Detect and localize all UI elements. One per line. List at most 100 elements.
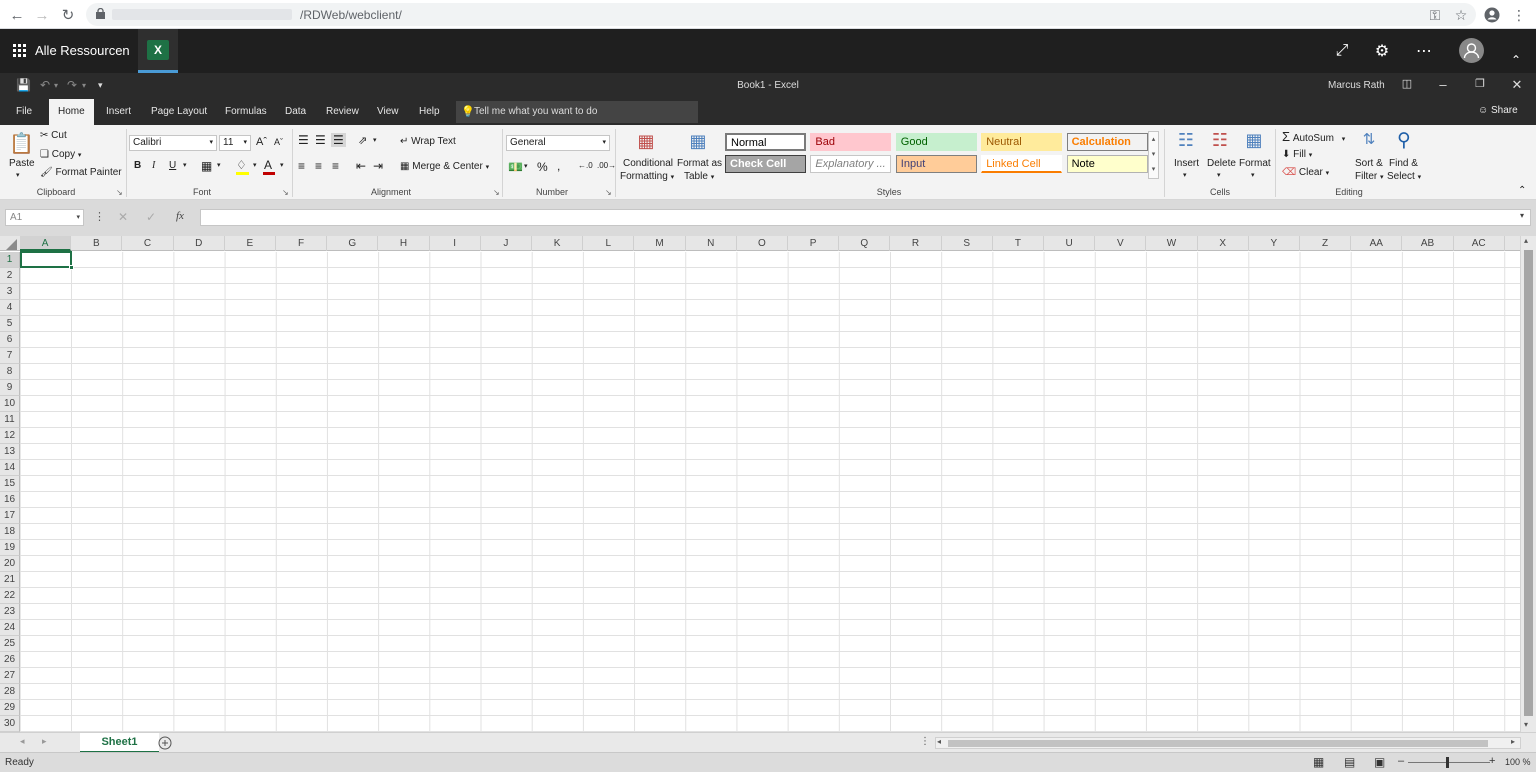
vertical-scrollbar[interactable]: ▴ ▾ <box>1520 236 1536 732</box>
tab-page-layout[interactable]: Page Layout <box>142 99 216 125</box>
cell-style-check-cell[interactable]: Check Cell <box>725 155 806 173</box>
cell-style-good[interactable]: Good <box>895 133 977 151</box>
font-name-select[interactable]: Calibri ▾ <box>129 135 217 151</box>
align-left-icon[interactable]: ≡ <box>298 159 305 173</box>
top-align-icon[interactable]: ☰ <box>298 133 309 147</box>
zoom-slider[interactable] <box>1408 762 1490 763</box>
format-as-table-line2[interactable]: Table ▾ <box>684 171 714 182</box>
merge-center-button[interactable]: ▦ Merge & Center ▾ <box>400 161 489 172</box>
decrease-indent-icon[interactable]: ⇤ <box>356 159 366 173</box>
tab-file[interactable]: File <box>7 99 41 125</box>
more-options-icon[interactable]: ⋮ <box>94 210 105 223</box>
row-header[interactable]: 4 <box>0 300 20 316</box>
column-header[interactable]: J <box>481 236 532 251</box>
forward-icon[interactable]: → <box>31 4 53 26</box>
row-header[interactable]: 19 <box>0 540 20 556</box>
vertical-scroll-thumb[interactable] <box>1524 250 1533 716</box>
format-painter-button[interactable]: 🖌 Format Painter <box>40 167 122 178</box>
prev-sheet-icon[interactable]: ◂ <box>20 736 25 747</box>
active-cell-a1[interactable] <box>20 251 74 270</box>
row-header[interactable]: 8 <box>0 364 20 380</box>
fill-handle[interactable] <box>69 265 74 270</box>
find-select-line2[interactable]: Select ▾ <box>1387 171 1421 182</box>
sheet-tab-sheet1[interactable]: Sheet1 <box>80 733 159 753</box>
column-header[interactable]: X <box>1198 236 1249 251</box>
ribbon-display-icon[interactable]: ◫ <box>1397 77 1417 90</box>
column-header[interactable]: AA <box>1351 236 1403 251</box>
row-header[interactable]: 22 <box>0 588 20 604</box>
insert-dropdown-icon[interactable]: ▾ <box>1183 171 1187 179</box>
percent-style-icon[interactable]: % <box>537 160 548 174</box>
tab-insert[interactable]: Insert <box>97 99 140 125</box>
middle-align-icon[interactable]: ☰ <box>315 133 326 147</box>
zoom-in-icon[interactable]: + <box>1489 755 1495 767</box>
cell-style-note[interactable]: Note <box>1066 155 1148 173</box>
column-header[interactable]: S <box>942 236 993 251</box>
row-header[interactable]: 28 <box>0 684 20 700</box>
fullscreen-icon[interactable]: ⤢ <box>1331 40 1353 62</box>
decrease-font-icon[interactable]: Aˇ <box>274 137 283 147</box>
cell-style-linked-cell[interactable]: Linked Cell <box>981 155 1063 173</box>
row-header[interactable]: 15 <box>0 476 20 492</box>
row-header[interactable]: 14 <box>0 460 20 476</box>
column-header[interactable]: I <box>430 236 481 251</box>
close-icon[interactable]: ✕ <box>1507 77 1527 93</box>
sort-filter-icon[interactable]: ⇅ <box>1356 130 1382 156</box>
borders-dropdown-icon[interactable]: ▾ <box>217 161 221 169</box>
styles-gallery-scroll[interactable]: ▴ ▾ ▾ <box>1148 131 1159 179</box>
row-header[interactable]: 17 <box>0 508 20 524</box>
row-header[interactable]: 21 <box>0 572 20 588</box>
row-header[interactable]: 13 <box>0 444 20 460</box>
column-header[interactable]: Q <box>839 236 891 251</box>
page-break-view-icon[interactable]: ▣ <box>1374 755 1385 769</box>
format-cells-button[interactable]: Format <box>1239 158 1271 169</box>
row-header[interactable]: 30 <box>0 716 20 732</box>
tab-help[interactable]: Help <box>410 99 449 125</box>
row-header[interactable]: 1 <box>0 252 20 268</box>
excel-session-tab[interactable]: X <box>138 29 178 73</box>
wrap-text-button[interactable]: ↵ Wrap Text <box>400 136 456 147</box>
confirm-entry-icon[interactable]: ✓ <box>146 210 156 224</box>
row-header[interactable]: 5 <box>0 316 20 332</box>
scroll-down-icon[interactable]: ▾ <box>1524 720 1528 729</box>
horizontal-scroll-thumb[interactable] <box>948 740 1488 747</box>
comma-style-icon[interactable]: , <box>557 159 560 173</box>
underline-button[interactable]: U <box>169 160 176 171</box>
column-header[interactable]: E <box>225 236 276 251</box>
settings-gear-icon[interactable]: ⚙ <box>1371 40 1393 62</box>
row-header[interactable]: 23 <box>0 604 20 620</box>
next-sheet-icon[interactable]: ▸ <box>42 736 47 747</box>
column-header[interactable]: AC <box>1454 236 1505 251</box>
column-header[interactable]: G <box>327 236 379 251</box>
bold-button[interactable]: B <box>134 160 141 171</box>
format-as-table-button[interactable]: Format as <box>677 158 722 169</box>
insert-cells-icon[interactable]: ☷ <box>1174 130 1198 156</box>
column-header[interactable]: AB <box>1402 236 1454 251</box>
orientation-icon[interactable]: ⇗ <box>358 134 367 147</box>
column-header[interactable]: K <box>532 236 584 251</box>
zoom-level[interactable]: 100 % <box>1505 757 1531 767</box>
column-header[interactable]: N <box>686 236 737 251</box>
column-header[interactable]: P <box>788 236 840 251</box>
splitter-handle-icon[interactable]: ⋮ <box>920 736 930 747</box>
zoom-out-icon[interactable]: – <box>1398 755 1404 767</box>
copy-button[interactable]: ❏ Copy ▾ <box>40 149 81 160</box>
paste-dropdown-icon[interactable]: ▾ <box>16 171 20 179</box>
number-launcher-icon[interactable]: ↘ <box>605 188 612 197</box>
row-header[interactable]: 26 <box>0 652 20 668</box>
row-header[interactable]: 18 <box>0 524 20 540</box>
column-header[interactable]: D <box>174 236 225 251</box>
conditional-formatting-icon[interactable]: ▦ <box>634 131 658 155</box>
normal-view-icon[interactable]: ▦ <box>1313 755 1324 769</box>
name-box[interactable]: A1 ▾ <box>5 209 84 226</box>
number-format-select[interactable]: General ▾ <box>506 135 610 151</box>
tab-review[interactable]: Review <box>317 99 368 125</box>
collapse-ribbon-icon[interactable]: ⌃ <box>1518 185 1526 196</box>
column-header[interactable]: M <box>634 236 686 251</box>
add-sheet-icon[interactable] <box>158 736 172 750</box>
row-header[interactable]: 3 <box>0 284 20 300</box>
row-header[interactable]: 24 <box>0 620 20 636</box>
cancel-entry-icon[interactable]: ✕ <box>118 210 128 224</box>
tab-view[interactable]: View <box>368 99 408 125</box>
cell-style-explanatory[interactable]: Explanatory ... <box>810 155 892 173</box>
